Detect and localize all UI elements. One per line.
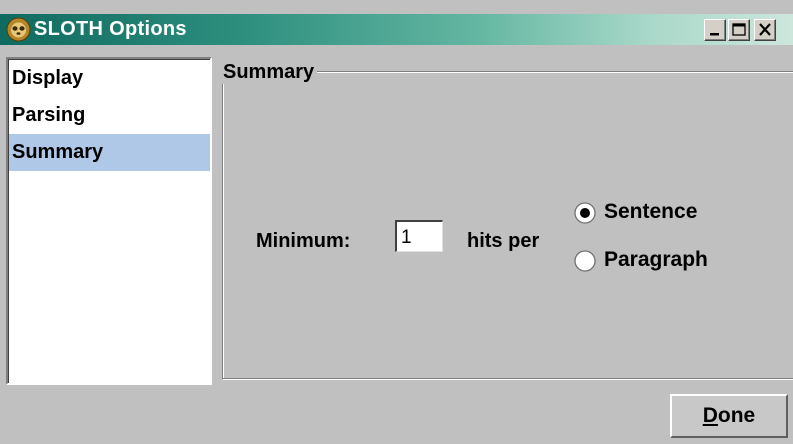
hits-per-label: hits per	[467, 230, 540, 252]
summary-panel: Summary Minimum: hits per Sentence Parag…	[216, 57, 793, 385]
radio-unchecked-icon	[574, 250, 596, 272]
sidebar-item-label: Parsing	[12, 104, 86, 126]
sidebar-item-label: Summary	[12, 141, 104, 163]
minimum-label: Minimum:	[256, 230, 351, 252]
radio-checked-icon	[574, 202, 596, 224]
summary-groupbox	[222, 71, 793, 379]
minimum-hits-input[interactable]	[395, 220, 443, 252]
sidebar-item-parsing[interactable]: Parsing	[9, 97, 210, 134]
radio-sentence-label: Sentence	[604, 200, 698, 223]
group-title: Summary	[220, 61, 318, 84]
close-icon	[759, 23, 771, 36]
done-label-rest: one	[717, 404, 756, 427]
category-list-inner: Display Parsing Summary	[8, 59, 210, 383]
sidebar-item-summary[interactable]: Summary	[9, 134, 210, 171]
window-title: SLOTH Options	[34, 18, 187, 40]
minimize-button[interactable]	[704, 19, 726, 41]
title-bar[interactable]: SLOTH Options	[0, 14, 793, 45]
close-button[interactable]	[754, 19, 776, 41]
sloth-app-icon	[6, 17, 31, 42]
done-button[interactable]: Done	[670, 394, 788, 438]
sidebar-item-label: Display	[12, 67, 84, 89]
button-bar: Done	[0, 385, 793, 444]
radio-paragraph-label: Paragraph	[604, 248, 708, 271]
done-mnemonic: D	[702, 404, 718, 427]
sidebar-item-display[interactable]: Display	[9, 60, 210, 97]
options-category-list: Display Parsing Summary	[6, 57, 212, 385]
minimize-icon	[710, 33, 719, 36]
options-window: SLOTH Options Display Parsing Summary Su…	[0, 0, 793, 444]
maximize-button[interactable]	[728, 19, 750, 41]
maximize-icon	[732, 23, 746, 36]
